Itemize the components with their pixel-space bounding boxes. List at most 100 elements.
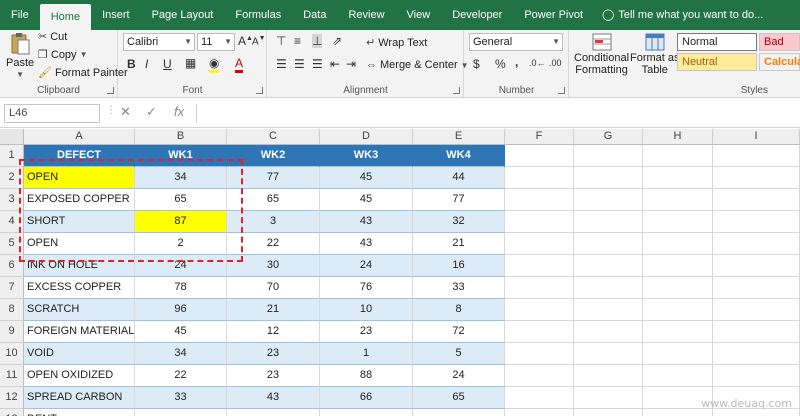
- row-header-11[interactable]: 11: [0, 365, 24, 387]
- grid-cell[interactable]: [643, 409, 713, 416]
- value-cell[interactable]: 43: [320, 211, 413, 233]
- paste-button[interactable]: Paste ▼: [6, 32, 34, 79]
- value-cell[interactable]: 78: [135, 277, 227, 299]
- grid-cell[interactable]: [505, 365, 574, 387]
- decrease-font-icon[interactable]: A▼: [252, 35, 266, 47]
- grid-cell[interactable]: [713, 409, 800, 416]
- align-right-icon[interactable]: ☰: [312, 57, 323, 71]
- cancel-icon[interactable]: ✕: [120, 104, 131, 120]
- grid-cell[interactable]: [505, 343, 574, 365]
- value-cell[interactable]: 44: [413, 167, 505, 189]
- value-cell[interactable]: 96: [135, 299, 227, 321]
- worksheet-grid[interactable]: ABCDEFGHI12345678910111213DEFECTWK1WK2WK…: [0, 129, 800, 416]
- row-header-8[interactable]: 8: [0, 299, 24, 321]
- grid-cell[interactable]: [574, 167, 643, 189]
- alignment-launcher-icon[interactable]: [453, 87, 460, 94]
- value-cell[interactable]: 66: [320, 387, 413, 409]
- grid-cell[interactable]: [505, 299, 574, 321]
- value-cell[interactable]: 23: [227, 365, 320, 387]
- column-header-d[interactable]: D: [320, 129, 413, 145]
- defect-name-cell[interactable]: VOID: [24, 343, 135, 365]
- value-cell[interactable]: 23: [320, 321, 413, 343]
- bold-button[interactable]: B: [127, 57, 136, 71]
- copy-button[interactable]: ❐ Copy ▼: [38, 48, 87, 62]
- grid-cell[interactable]: [643, 299, 713, 321]
- value-cell[interactable]: 1: [320, 343, 413, 365]
- grid-cell[interactable]: [505, 387, 574, 409]
- tab-data[interactable]: Data: [292, 0, 337, 30]
- value-cell[interactable]: 10: [320, 299, 413, 321]
- grid-cell[interactable]: [574, 145, 643, 167]
- grid-cell[interactable]: [574, 211, 643, 233]
- column-header-a[interactable]: A: [24, 129, 135, 145]
- grid-cell[interactable]: [574, 409, 643, 416]
- value-cell[interactable]: 21: [227, 299, 320, 321]
- style-calculation[interactable]: Calcula: [759, 53, 800, 71]
- tab-home[interactable]: Home: [39, 4, 92, 30]
- defect-name-cell[interactable]: EXCESS COPPER: [24, 277, 135, 299]
- value-cell[interactable]: 32: [413, 211, 505, 233]
- tab-file[interactable]: File: [0, 0, 40, 30]
- grid-cell[interactable]: [713, 167, 800, 189]
- grid-cell[interactable]: [574, 233, 643, 255]
- decrease-decimal-icon[interactable]: .00: [549, 58, 562, 68]
- value-cell[interactable]: 24: [320, 255, 413, 277]
- tab-view[interactable]: View: [396, 0, 442, 30]
- column-header-b[interactable]: B: [135, 129, 227, 145]
- value-cell[interactable]: 70: [227, 277, 320, 299]
- align-top-icon[interactable]: ⊤: [276, 34, 286, 48]
- column-header-i[interactable]: I: [713, 129, 800, 145]
- name-box[interactable]: L46: [4, 104, 100, 123]
- grid-cell[interactable]: [643, 255, 713, 277]
- defect-name-cell[interactable]: SCRATCH: [24, 299, 135, 321]
- tab-page-layout[interactable]: Page Layout: [141, 0, 225, 30]
- select-all-corner[interactable]: [0, 129, 24, 145]
- tell-me-search[interactable]: ◯ Tell me what you want to do...: [594, 0, 763, 30]
- column-header-g[interactable]: G: [574, 129, 643, 145]
- number-launcher-icon[interactable]: [558, 87, 565, 94]
- style-neutral[interactable]: Neutral: [677, 53, 757, 71]
- value-cell[interactable]: 33: [413, 277, 505, 299]
- grid-cell[interactable]: [574, 343, 643, 365]
- grid-cell[interactable]: [574, 277, 643, 299]
- value-cell[interactable]: 34: [135, 343, 227, 365]
- grid-cell[interactable]: [643, 211, 713, 233]
- value-cell[interactable]: 22: [135, 365, 227, 387]
- value-cell[interactable]: 24: [413, 365, 505, 387]
- grid-cell[interactable]: [643, 189, 713, 211]
- grid-cell[interactable]: [574, 387, 643, 409]
- value-cell[interactable]: [227, 409, 320, 416]
- grid-cell[interactable]: [643, 321, 713, 343]
- font-color-icon[interactable]: A: [235, 56, 244, 73]
- value-cell[interactable]: 43: [227, 387, 320, 409]
- tab-power-pivot[interactable]: Power Pivot: [513, 0, 594, 30]
- style-normal[interactable]: Normal: [677, 33, 757, 51]
- font-launcher-icon[interactable]: [256, 87, 263, 94]
- font-size-select[interactable]: 11 ▼: [197, 33, 235, 51]
- defect-name-cell[interactable]: OPEN OXIDIZED: [24, 365, 135, 387]
- grid-cell[interactable]: [574, 299, 643, 321]
- align-center-icon[interactable]: ☰: [294, 57, 305, 71]
- value-cell[interactable]: 77: [413, 189, 505, 211]
- value-cell[interactable]: [135, 409, 227, 416]
- paste-dropdown-icon[interactable]: ▼: [16, 70, 24, 79]
- value-cell[interactable]: 88: [320, 365, 413, 387]
- grid-cell[interactable]: [713, 189, 800, 211]
- value-cell[interactable]: 12: [227, 321, 320, 343]
- align-bottom-icon[interactable]: ⊥: [312, 34, 323, 48]
- column-header-h[interactable]: H: [643, 129, 713, 145]
- grid-cell[interactable]: [713, 299, 800, 321]
- format-as-table-button[interactable]: Format as Table: [630, 32, 680, 76]
- value-cell[interactable]: 45: [320, 189, 413, 211]
- formula-input[interactable]: [196, 104, 792, 123]
- tab-developer[interactable]: Developer: [441, 0, 513, 30]
- row-header-9[interactable]: 9: [0, 321, 24, 343]
- grid-cell[interactable]: [574, 365, 643, 387]
- insert-function-icon[interactable]: fx: [174, 104, 184, 119]
- value-cell[interactable]: 65: [413, 387, 505, 409]
- grid-cell[interactable]: [643, 145, 713, 167]
- tab-formulas[interactable]: Formulas: [224, 0, 292, 30]
- value-cell[interactable]: 45: [135, 321, 227, 343]
- value-cell[interactable]: 21: [413, 233, 505, 255]
- increase-font-icon[interactable]: A▲: [238, 34, 253, 48]
